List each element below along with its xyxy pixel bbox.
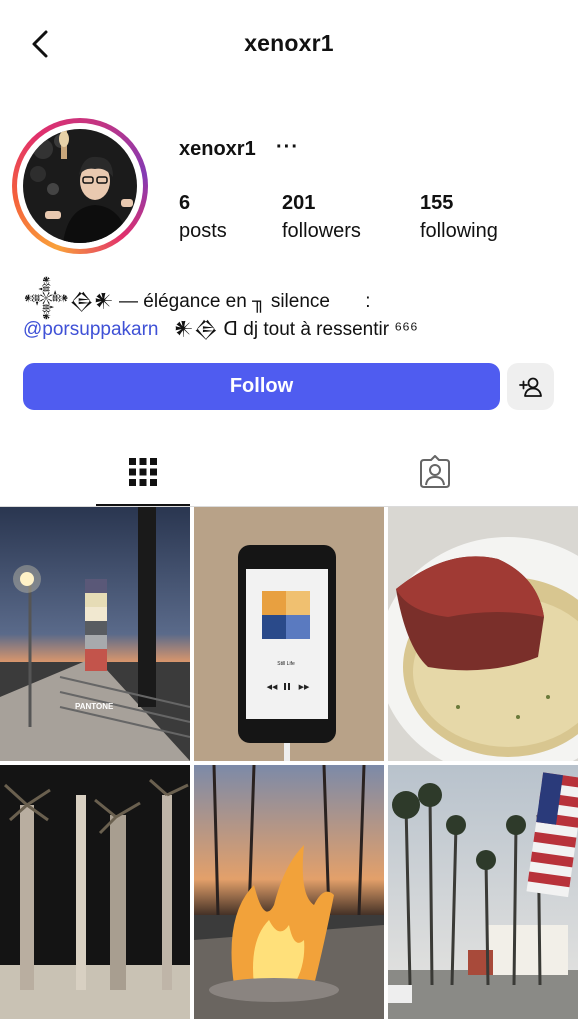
post-thumbnail[interactable]: Still Life ◀◀ ▶▶	[194, 507, 384, 761]
profile-username: xenoxr1	[179, 138, 256, 160]
bio-mention-link[interactable]: @porsuppakarn	[23, 319, 158, 340]
stat-posts-label: posts	[179, 220, 227, 242]
post-2-track: Still Life	[277, 661, 295, 667]
more-options-button[interactable]: ···	[276, 136, 299, 159]
suggested-users-button[interactable]	[507, 363, 554, 410]
story-ring[interactable]	[12, 118, 148, 254]
tab-tagged[interactable]	[388, 440, 482, 504]
follow-button[interactable]: Follow	[23, 363, 500, 410]
bio-glyphs-1: 𒀱𒁲𒀭	[23, 291, 114, 312]
avatar[interactable]	[23, 129, 137, 243]
profile-tabs	[0, 440, 578, 507]
add-person-icon	[518, 377, 542, 397]
stat-following-label: following	[420, 220, 498, 242]
stat-posts: 6 posts	[179, 192, 227, 243]
top-bar: xenoxr1	[0, 0, 578, 90]
bio-text-1: — élégance en ╖ silence	[119, 291, 330, 312]
profile-bio: 𒀱𒁲𒀭 — élégance en ╖ silence : @porsuppak…	[23, 288, 563, 343]
grid-icon	[129, 458, 157, 486]
stat-following-count: 155	[420, 192, 454, 214]
stat-followers-label: followers	[282, 220, 361, 242]
post-thumbnail[interactable]	[388, 765, 578, 1019]
post-thumbnail[interactable]: PANTONE	[0, 507, 190, 761]
post-1-caption: PANTONE	[75, 702, 114, 711]
tab-posts-grid[interactable]	[96, 440, 190, 506]
stat-posts-count: 6	[179, 192, 191, 214]
post-thumbnail[interactable]	[0, 765, 190, 1019]
post-thumbnail[interactable]	[194, 765, 384, 1019]
stat-followers[interactable]: 201 followers	[282, 192, 361, 243]
stat-following[interactable]: 155 following	[420, 192, 498, 243]
post-thumbnail[interactable]	[388, 507, 578, 761]
svg-text:◀◀: ◀◀	[267, 684, 278, 691]
stat-followers-count: 201	[282, 192, 316, 214]
bio-tail-1: :	[365, 291, 371, 312]
svg-text:▶▶: ▶▶	[299, 684, 310, 691]
bio-text-2: dj tout à ressentir ⁶⁶⁶	[243, 319, 418, 340]
tagged-user-icon	[420, 455, 450, 488]
bio-glyphs-2: 𒀭𒁲 ꓷ	[173, 319, 239, 340]
page-title: xenoxr1	[244, 30, 334, 56]
